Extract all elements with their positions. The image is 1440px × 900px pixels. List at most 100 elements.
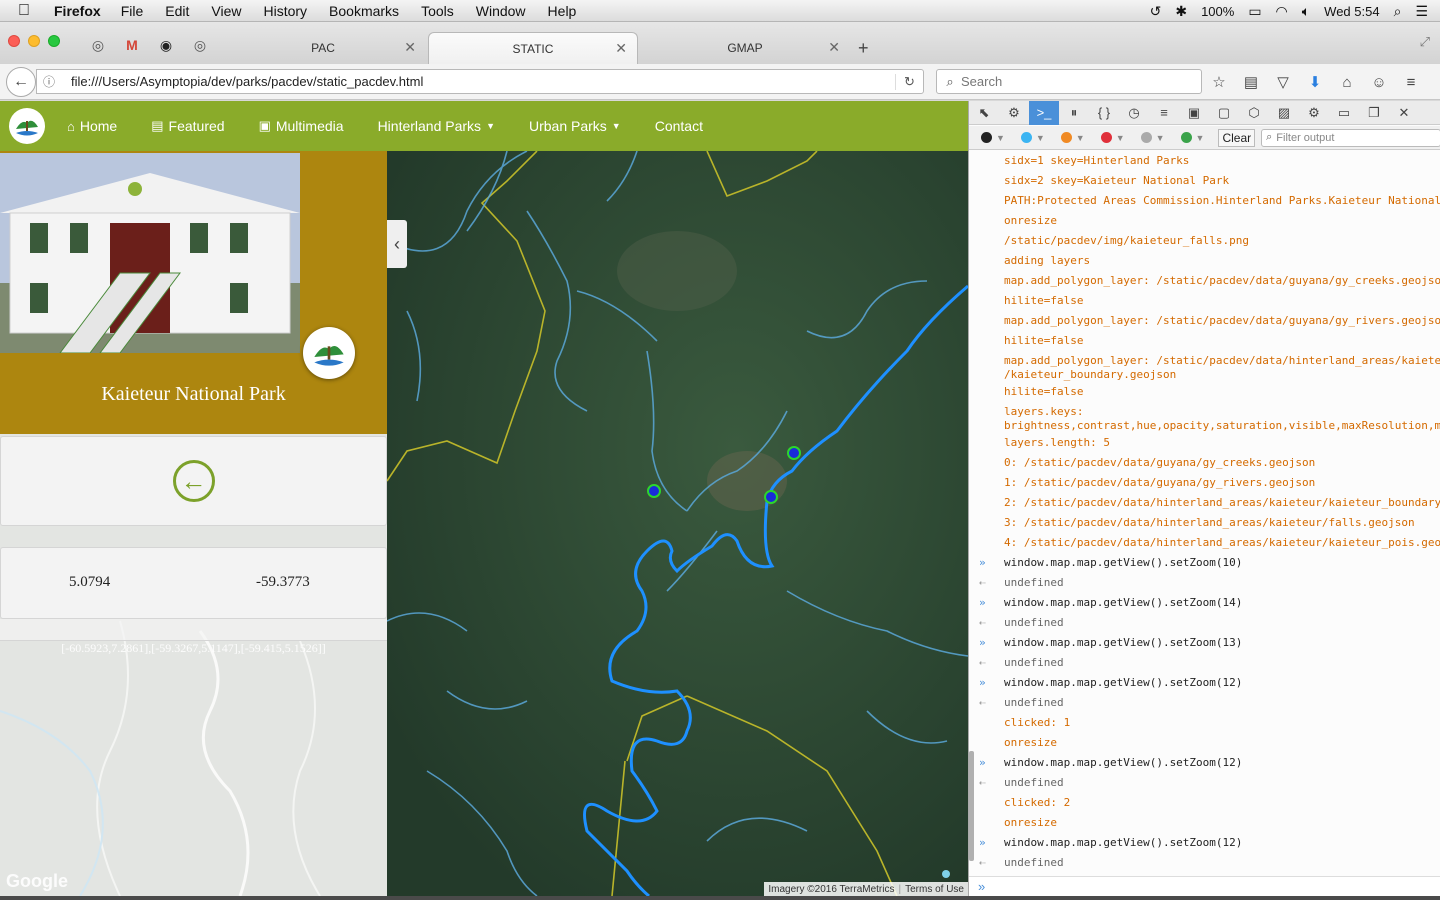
menu-window[interactable]: Window [476,3,526,19]
net-filter-icon[interactable] [981,132,992,143]
battery-icon[interactable]: ▭ [1248,3,1261,20]
clock[interactable]: Wed 5:54 [1324,4,1379,19]
github-icon[interactable]: ◉ [156,36,176,54]
css-filter-icon[interactable] [1020,132,1032,143]
poi-marker[interactable] [647,484,661,498]
nav-label: Urban Parks [528,118,607,134]
gmail-icon[interactable]: M [122,36,142,54]
close-icon[interactable]: ✕ [615,40,627,57]
nav-contact[interactable]: Contact [655,118,703,134]
inspector-pick-icon[interactable]: ⬉ [969,105,999,121]
zoom-window-button[interactable] [48,35,60,47]
apple-menu-icon[interactable]:  [18,2,40,20]
url-text[interactable]: file:///Users/Asymptopia/dev/parks/pacde… [71,74,895,89]
filter-output-input[interactable]: ⌕ Filter output [1261,128,1440,147]
console-text: 3: /static/pacdev/data/hinterland_areas/… [1004,516,1415,529]
close-icon[interactable]: ✕ [1389,105,1419,121]
caret-down-icon: ▼ [611,121,621,131]
caret-down-icon[interactable]: ▼ [1036,133,1045,143]
nav-hinterland-parks[interactable]: Hinterland Parks ▼ [378,118,495,134]
site-info-icon[interactable]: ⓘ [43,73,65,90]
battery-percent[interactable]: 100% [1201,4,1234,19]
pocket-icon[interactable]: ▽ [1272,71,1294,93]
nav-home[interactable]: ⌂ Home [67,118,117,134]
new-tab-button[interactable]: + [858,38,869,59]
input-chevron-icon: » [979,556,986,569]
settings-icon[interactable]: ⚙ [1299,105,1329,121]
menu-file[interactable]: File [121,3,144,19]
inspector-icon[interactable]: ⚙ [999,105,1029,121]
responsive-icon[interactable]: ▣ [1179,105,1209,121]
collapse-sidebar-button[interactable]: ‹ [387,220,407,268]
console-scrollbar[interactable] [969,751,974,861]
caret-down-icon[interactable]: ▼ [1076,133,1085,143]
performance-icon[interactable]: ◷ [1119,105,1149,121]
close-icon[interactable]: ✕ [828,39,840,56]
menu-edit[interactable]: Edit [165,3,189,19]
satellite-map[interactable]: ‹ Imagery ©2016 TerraMetrics | Terms of … [387,151,968,896]
caret-down-icon[interactable]: ▼ [1156,133,1165,143]
minimize-window-button[interactable] [28,35,40,47]
reload-icon[interactable]: ↻ [895,73,923,90]
home-icon[interactable]: ⌂ [1336,71,1358,93]
debugger-icon[interactable]: ⏸ [1059,105,1089,121]
poi-marker[interactable] [764,490,778,504]
back-button[interactable]: ← [6,67,36,97]
menu-icon[interactable]: ≡ [1400,71,1422,93]
caret-down-icon[interactable]: ▼ [1196,133,1205,143]
scratchpad-icon[interactable]: ▨ [1269,105,1299,121]
fullscreen-icon[interactable]: ⤢ [1420,34,1430,50]
wifi-icon[interactable]: ◠ [1276,3,1288,20]
console-text: map.add_polygon_layer: /static/pacdev/da… [1004,354,1440,381]
clear-console-button[interactable]: Clear [1218,128,1256,147]
menu-bookmarks[interactable]: Bookmarks [329,3,399,19]
search-input[interactable]: ⌕ Search [936,69,1202,94]
dock-icon[interactable]: ▭ [1329,105,1359,121]
caret-down-icon[interactable]: ▼ [996,133,1005,143]
caret-down-icon[interactable]: ▼ [1116,133,1125,143]
js-filter-icon[interactable] [1060,132,1072,143]
screenshot-icon[interactable]: ▢ [1209,105,1239,121]
tab-static[interactable]: STATIC ✕ [428,32,638,64]
imagery-credit: Imagery ©2016 TerraMetrics [768,883,895,895]
menu-help[interactable]: Help [548,3,577,19]
terms-link[interactable]: Terms of Use [905,884,964,895]
nav-multimedia[interactable]: ▣ Multimedia [259,118,344,134]
console-icon[interactable]: >_ [1029,100,1059,125]
nav-featured[interactable]: ▤ Featured [151,118,224,134]
console-row: ⇠ undefined [969,773,1440,793]
tab-pac[interactable]: PAC ✕ [220,32,426,64]
download-icon[interactable]: ⬇ [1304,71,1326,93]
back-arrow-button[interactable]: ← [172,460,215,502]
app-menu[interactable]: Firefox [54,3,101,19]
volume-icon[interactable]: 🔈︎ [1302,3,1310,20]
console-input[interactable]: » [969,876,1440,896]
3d-view-icon[interactable]: ⬡ [1239,105,1269,121]
menu-tools[interactable]: Tools [421,3,454,19]
globe-icon[interactable]: ◎ [88,36,108,54]
menu-view[interactable]: View [211,3,241,19]
hello-icon[interactable]: ☺ [1368,71,1390,93]
bookmark-star-icon[interactable]: ☆ [1208,71,1230,93]
bluetooth-icon[interactable]: ✱ [1175,3,1187,20]
undock-icon[interactable]: ❐ [1359,105,1389,121]
logging-filter-icon[interactable] [1140,132,1152,143]
site-logo[interactable] [9,108,45,144]
network-icon[interactable]: ≡ [1149,105,1179,120]
style-editor-icon[interactable]: { } [1089,105,1119,120]
notification-center-icon[interactable]: ☰ [1415,3,1428,20]
nav-urban-parks[interactable]: Urban Parks ▼ [529,118,621,134]
server-filter-icon[interactable] [1180,132,1192,143]
reading-list-icon[interactable]: ▤ [1240,71,1262,93]
close-window-button[interactable] [8,35,20,47]
security-filter-icon[interactable] [1100,132,1112,143]
spotlight-icon[interactable]: ⌕ [1394,3,1402,20]
console-text: 4: /static/pacdev/data/hinterland_areas/… [1004,536,1440,549]
close-icon[interactable]: ✕ [404,39,416,56]
time-machine-icon[interactable]: ↺ [1150,3,1162,20]
tab-gmap[interactable]: GMAP ✕ [640,32,850,64]
url-bar[interactable]: ⓘ file:///Users/Asymptopia/dev/parks/pac… [36,69,924,94]
globe-icon[interactable]: ◎ [190,36,210,54]
poi-marker[interactable] [787,446,801,460]
menu-history[interactable]: History [263,3,307,19]
